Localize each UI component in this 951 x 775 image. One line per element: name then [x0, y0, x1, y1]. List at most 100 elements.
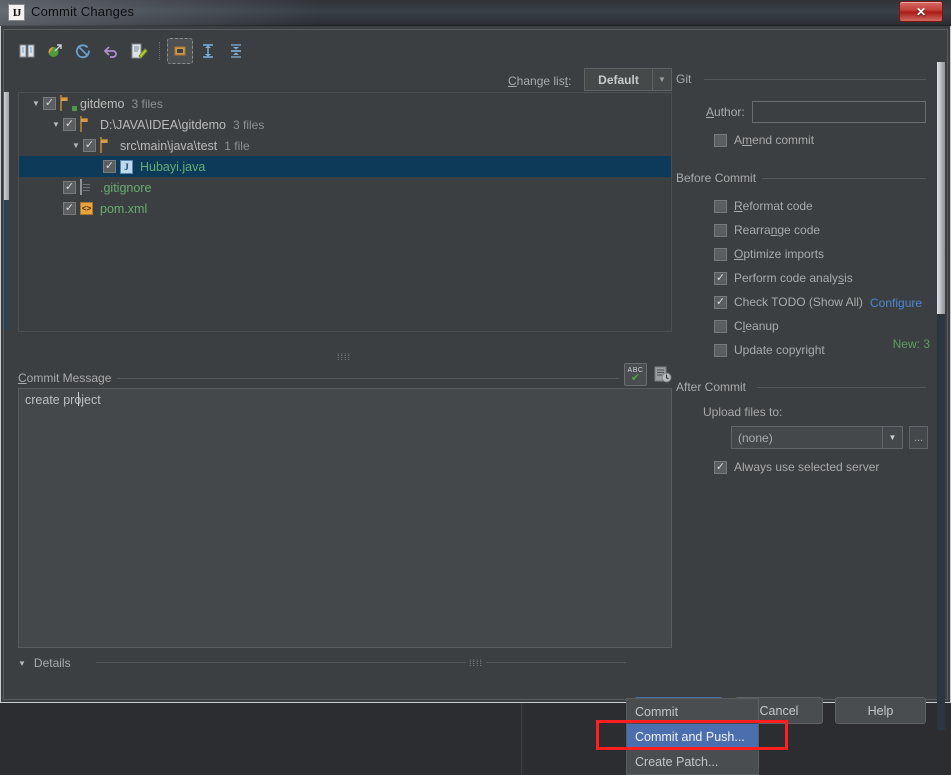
refresh-icon[interactable]: [70, 38, 96, 64]
details-toggle[interactable]: ▼ Details: [18, 656, 71, 670]
chevron-down-icon[interactable]: ▼: [49, 120, 63, 129]
cleanup-label: Cleanup: [734, 319, 779, 333]
always-use-server-checkbox[interactable]: ✓ Always use selected server: [714, 460, 879, 474]
chevron-down-icon[interactable]: ▼: [652, 69, 671, 90]
rearrange-code-checkbox[interactable]: Rearrange code: [714, 223, 820, 237]
options-scrollbar-thumb[interactable]: [937, 62, 945, 314]
checkbox-box: [714, 133, 727, 147]
tree-item-name: Hubayi.java: [140, 159, 206, 174]
tree-row[interactable]: ·✓ <> pom.xml: [19, 198, 671, 219]
commit-message-input[interactable]: create project: [18, 388, 672, 648]
text-file-icon: [80, 179, 96, 195]
tree-scrollbar-track[interactable]: [4, 92, 9, 200]
menu-item[interactable]: Commit: [627, 699, 758, 724]
checkbox-box: [714, 319, 727, 333]
toolbar-separator: [159, 42, 160, 60]
tree-spacer: ·: [49, 183, 63, 192]
folder-icon: [80, 116, 96, 132]
browse-servers-button[interactable]: ...: [909, 426, 928, 449]
git-section-title: Git: [676, 72, 698, 86]
file-checkbox[interactable]: ✓: [63, 202, 76, 215]
tree-row[interactable]: ▼ ✓ gitdemo 3 files: [19, 93, 671, 114]
checkbox-box: ✓: [714, 295, 727, 309]
window-title: Commit Changes: [31, 4, 135, 19]
menu-item[interactable]: Commit and Push...: [627, 724, 758, 749]
update-copyright-label: Update copyright: [734, 343, 825, 357]
dialog-content: Change list: Default ▼ ▼ ✓ gitdemo 3 files ▼…: [4, 30, 947, 730]
message-history-icon[interactable]: [652, 364, 672, 384]
title-bar: IJ Commit Changes ✕: [0, 0, 951, 26]
changelist-label: Change list:: [508, 74, 572, 88]
after-commit-rule: [757, 387, 926, 388]
update-copyright-checkbox[interactable]: Update copyright: [714, 343, 825, 357]
spellcheck-icon[interactable]: ABC ✔: [624, 363, 647, 386]
reformat-code-checkbox[interactable]: Reformat code: [714, 199, 813, 213]
text-caret: [78, 392, 79, 406]
tree-row[interactable]: ·✓ J Hubayi.java: [19, 156, 671, 177]
optimize-imports-checkbox[interactable]: Optimize imports: [714, 247, 824, 261]
changelist-value: Default: [598, 72, 639, 87]
file-checkbox[interactable]: ✓: [103, 160, 116, 173]
cleanup-checkbox[interactable]: Cleanup: [714, 319, 779, 333]
tree-scrollbar-thumb[interactable]: [4, 200, 9, 330]
chevron-down-icon[interactable]: ▼: [29, 99, 43, 108]
tree-item-count: 1 file: [224, 138, 250, 153]
tree-spacer: ·: [49, 204, 63, 213]
module-badge-icon: [72, 106, 77, 111]
revert-selected-icon[interactable]: [42, 38, 68, 64]
reformat-code-label: Reformat code: [734, 199, 813, 213]
vertical-splitter-handle[interactable]: ⁞⁞⁞⁞: [337, 352, 351, 362]
expand-all-icon[interactable]: [195, 38, 221, 64]
spellcheck-tick-icon: ✔: [630, 371, 641, 384]
changelist-combobox[interactable]: Default ▼: [584, 68, 672, 91]
show-diff-icon[interactable]: [14, 38, 40, 64]
chevron-down-icon[interactable]: ▼: [69, 141, 83, 150]
details-splitter-handle[interactable]: ⁞⁞⁞⁞: [466, 658, 487, 668]
author-field[interactable]: [752, 101, 926, 123]
move-to-changelist-icon[interactable]: [126, 38, 152, 64]
upload-files-label: Upload files to:: [703, 405, 783, 419]
collapse-all-icon[interactable]: [223, 38, 249, 64]
details-rule: [96, 662, 626, 663]
optimize-imports-label: Optimize imports: [734, 247, 825, 261]
changed-files-tree[interactable]: ▼ ✓ gitdemo 3 files ▼ ✓ D:\JAVA\IDEA\gitdemo 3 …: [18, 92, 672, 332]
menu-item[interactable]: Create Patch...: [627, 749, 758, 774]
tree-row[interactable]: ·✓ .gitignore: [19, 177, 671, 198]
checkbox-box: ✓: [714, 271, 727, 285]
commit-dropdown-menu[interactable]: Commit Commit and Push... Create Patch...: [626, 698, 759, 775]
xml-file-icon: <>: [80, 202, 93, 215]
chevron-down-icon: ▼: [18, 658, 26, 668]
tree-item-count: 3 files: [131, 96, 163, 111]
commit-message-label: Commit Message: [18, 371, 118, 385]
perform-code-analysis-checkbox[interactable]: ✓ Perform code analysis: [714, 271, 853, 285]
perform-code-analysis-label: Perform code analysis: [734, 271, 853, 285]
tree-item-name: .gitignore: [100, 180, 152, 195]
folder-module-icon: [60, 95, 77, 111]
chevron-down-icon[interactable]: ▼: [882, 427, 902, 448]
amend-commit-checkbox[interactable]: Amend commit: [714, 133, 814, 147]
file-checkbox[interactable]: ✓: [83, 139, 96, 152]
tree-item-name: D:\JAVA\IDEA\gitdemo: [100, 117, 226, 132]
upload-server-value: (none): [738, 430, 773, 445]
tree-item-name: gitdemo: [80, 96, 125, 111]
checkbox-box: [714, 247, 727, 261]
folder-icon: [100, 137, 116, 153]
tree-item-name: pom.xml: [100, 201, 148, 216]
file-checkbox[interactable]: ✓: [63, 181, 76, 194]
tree-row[interactable]: ▼ ✓ src\main\java\test 1 file: [19, 135, 671, 156]
file-checkbox[interactable]: ✓: [43, 97, 56, 110]
file-checkbox[interactable]: ✓: [63, 118, 76, 131]
check-todo-label: Check TODO (Show All): [734, 295, 863, 309]
upload-server-combobox[interactable]: (none) ▼: [731, 426, 903, 449]
always-use-server-label: Always use selected server: [734, 460, 880, 474]
group-by-directory-icon[interactable]: [167, 38, 193, 64]
before-commit-rule: [762, 178, 926, 179]
configure-link[interactable]: Configure: [870, 296, 922, 310]
check-todo-checkbox[interactable]: ✓ Check TODO (Show All): [714, 295, 863, 309]
details-label: Details: [33, 656, 71, 670]
before-commit-title: Before Commit: [676, 171, 763, 185]
tree-row[interactable]: ▼ ✓ D:\JAVA\IDEA\gitdemo 3 files: [19, 114, 671, 135]
help-button[interactable]: Help: [835, 697, 926, 724]
close-icon[interactable]: ✕: [899, 1, 943, 22]
rollback-icon[interactable]: [98, 38, 124, 64]
